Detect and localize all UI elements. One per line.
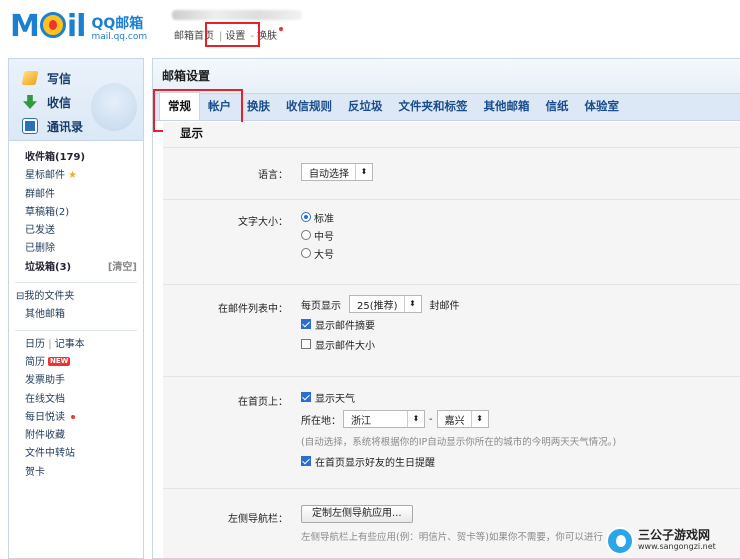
app-daily-read[interactable]: 每日悦读 [25,409,143,427]
new-badge: NEW [48,357,71,367]
weather-hint: (自动选择，系统将根据你的IP自动显示你所在的城市的今明两天天气情况。) [301,437,617,448]
unread-dot [71,414,75,419]
show-weather-checkbox[interactable]: 显示天气 [301,387,616,407]
app-resume[interactable]: 简历 NEW [25,354,143,372]
home-page-label: 在首页上： [238,397,288,408]
contacts-button[interactable]: 通讯录 [22,114,143,138]
write-button[interactable]: 写信 [21,66,143,90]
font-size-label: 文字大小： [238,217,288,228]
mail-list-label: 在邮件列表中： [218,304,288,315]
app-calendar[interactable]: 日历 [25,339,45,350]
checkbox-icon [301,339,311,349]
divider [15,329,137,331]
receive-icon [23,95,37,109]
notify-dot [278,27,283,31]
logo-face-icon [39,12,66,38]
write-icon [21,71,39,85]
watermark-logo-icon [606,527,634,555]
font-size-medium[interactable]: 中号 [301,226,334,244]
divider [163,488,740,489]
divider [15,282,137,284]
select-arrow-icon: ⬍ [355,164,372,180]
province-select[interactable]: 浙江 ⬍ [343,410,425,428]
tab-lab[interactable]: 体验室 [577,93,628,120]
radio-icon [301,248,311,258]
compose-panel: 写信 收信 通讯录 [9,59,143,141]
app-notebook[interactable]: 记事本 [55,339,85,350]
site-watermark: 三公子游戏网 www.sangongzi.net [606,527,736,555]
folder-deleted[interactable]: 已删除 [25,240,143,258]
nav-hint: 左侧导航栏上有些应用(例：明信片、贺卡等)如果你不需要，你可以进行 [301,532,603,543]
qq-mail-logo[interactable]: Mil QQ邮箱 mail.qq.com [10,10,147,44]
show-size-checkbox[interactable]: 显示邮件大小 [301,334,460,354]
checkbox-icon [301,392,311,402]
header: Mil QQ邮箱 mail.qq.com 邮箱首页 | 设置 - 换肤 [0,0,740,56]
app-invoice[interactable]: 发票助手 [25,372,143,390]
highlight-box-settings [205,22,260,47]
app-greeting-card[interactable]: 贺卡 [25,464,143,482]
app-docs[interactable]: 在线文档 [25,391,143,409]
tab-stationery[interactable]: 信纸 [538,93,577,120]
select-arrow-icon: ⬍ [470,411,488,427]
radio-icon [301,212,311,222]
select-arrow-icon: ⬍ [403,296,421,312]
folder-drafts[interactable]: 草稿箱(2) [25,204,143,222]
folder-starred[interactable]: 星标邮件 ★ [25,167,143,185]
blurred-username [172,10,302,20]
logo-cn: QQ邮箱 [91,16,144,32]
settings-panel: 邮箱设置 常规 帐户 换肤 收信规则 反垃圾 文件夹和标签 其他邮箱 信纸 体验… [152,58,740,559]
folder-inbox[interactable]: 收件箱(179) [25,149,143,167]
star-icon: ★ [68,170,77,182]
checkbox-icon [301,456,311,466]
contacts-icon [22,118,38,134]
app-attachments[interactable]: 附件收藏 [25,427,143,445]
left-nav-label: 左侧导航栏： [228,514,288,525]
sidebar: 写信 收信 通讯录 收件箱(179) 星标邮件 ★ 群邮件 草稿箱(2) 已发送 … [8,58,144,559]
other-mailboxes[interactable]: 其他邮箱 [25,306,143,324]
divider [163,284,740,285]
tab-skin[interactable]: 换肤 [239,93,278,120]
folder-group[interactable]: 群邮件 [25,186,143,204]
language-label: 语言： [258,170,288,181]
logo-domain: mail.qq.com [91,32,148,42]
tab-folders-labels[interactable]: 文件夹和标签 [391,93,476,120]
app-calendar-row: 日历 | 记事本 [25,338,85,350]
tab-rules[interactable]: 收信规则 [278,93,340,120]
tab-antispam[interactable]: 反垃圾 [340,93,391,120]
app-file-transfer[interactable]: 文件中转站 [25,445,143,463]
page-title: 邮箱设置 [153,59,740,93]
language-select[interactable]: 自动选择 ⬍ [301,163,373,181]
divider [163,376,740,377]
customize-nav-button[interactable]: 定制左侧导航应用... [301,505,413,523]
tab-other-mailboxes[interactable]: 其他邮箱 [476,93,538,120]
receive-button[interactable]: 收信 [23,90,143,114]
city-select[interactable]: 嘉兴 ⬍ [436,410,489,428]
font-size-large[interactable]: 大号 [301,244,334,262]
font-size-standard[interactable]: 标准 [301,208,334,226]
per-page-select[interactable]: 25(推荐) ⬍ [349,295,422,313]
divider [163,199,740,200]
select-arrow-icon: ⬍ [407,411,424,427]
section-display-title: 显示 [163,122,740,148]
folder-sent[interactable]: 已发送 [25,222,143,240]
radio-icon [301,230,311,240]
folder-spam[interactable]: 垃圾箱(3) [清空] [25,259,143,277]
my-folders[interactable]: ⊟我的文件夹 [16,288,143,306]
show-summary-checkbox[interactable]: 显示邮件摘要 [301,314,460,334]
settings-content: 显示 语言： 自动选择 ⬍ 文字大小： 标准 中号 大号 在邮件列表中： 每页显示… [163,122,740,558]
clear-spam-link[interactable]: [清空] [108,259,137,277]
checkbox-icon [301,319,311,329]
folder-list: 收件箱(179) 星标邮件 ★ 群邮件 草稿箱(2) 已发送 已删除 垃圾箱(3)… [9,141,143,482]
birthday-reminder-checkbox[interactable]: 在首页显示好友的生日提醒 [301,451,616,471]
